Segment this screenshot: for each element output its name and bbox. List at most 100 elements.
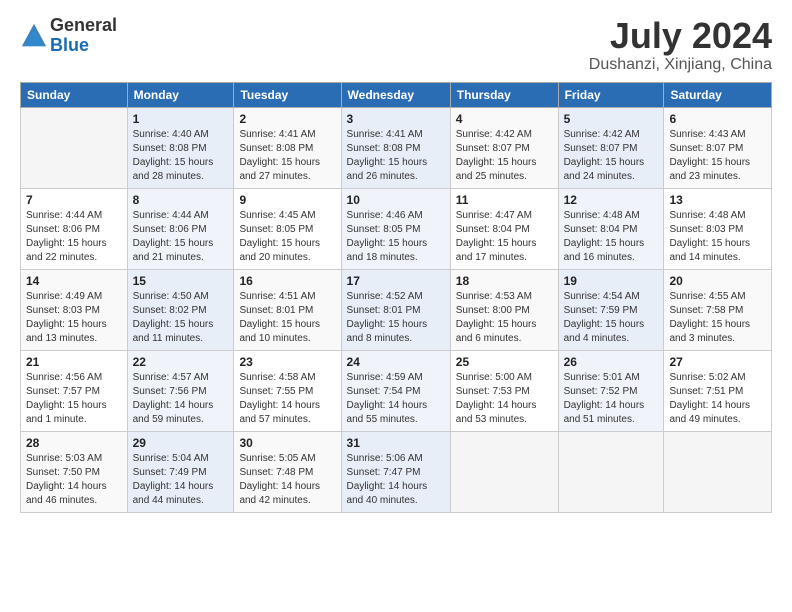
calendar-cell <box>558 431 664 512</box>
day-info: Sunrise: 5:06 AMSunset: 7:47 PMDaylight:… <box>347 452 445 508</box>
calendar-cell: 23 Sunrise: 4:58 AMSunset: 7:55 PMDayligh… <box>234 350 341 431</box>
calendar-cell: 19Sunrise: 4:54 AMSunset: 7:59 PMDayligh… <box>558 269 664 350</box>
day-number: 13 <box>669 193 766 207</box>
day-info: Sunrise: 4:48 AMSunset: 8:04 PMDaylight:… <box>564 209 659 265</box>
logo-blue: Blue <box>50 36 117 56</box>
calendar-cell: 27Sunrise: 5:02 AMSunset: 7:51 PMDayligh… <box>664 350 772 431</box>
day-info: Sunrise: 4:46 AMSunset: 8:05 PMDaylight:… <box>347 209 445 265</box>
day-number: 12 <box>564 193 659 207</box>
calendar-cell: 2 Sunrise: 4:41 AMSunset: 8:08 PMDaylight… <box>234 107 341 188</box>
day-number: 7 <box>26 193 122 207</box>
calendar-day-header: Thursday <box>450 82 558 107</box>
calendar-cell: 20 Sunrise: 4:55 AMSunset: 7:58 PMDayligh… <box>664 269 772 350</box>
day-number: 29 <box>133 436 229 450</box>
calendar-cell: 14Sunrise: 4:49 AMSunset: 8:03 PMDayligh… <box>21 269 128 350</box>
calendar-day-header: Saturday <box>664 82 772 107</box>
calendar-cell: 17 Sunrise: 4:52 AMSunset: 8:01 PMDayligh… <box>341 269 450 350</box>
day-info: Sunrise: 4:57 AMSunset: 7:56 PMDaylight:… <box>133 371 229 427</box>
calendar-day-header: Sunday <box>21 82 128 107</box>
calendar-week-row: 1Sunrise: 4:40 AMSunset: 8:08 PMDaylight… <box>21 107 772 188</box>
header: General Blue July 2024 Dushanzi, Xinjian… <box>20 16 772 74</box>
day-number: 23 <box>239 355 335 369</box>
calendar-cell: 12 Sunrise: 4:48 AMSunset: 8:04 PMDayligh… <box>558 188 664 269</box>
calendar-cell <box>21 107 128 188</box>
calendar-cell: 15 Sunrise: 4:50 AMSunset: 8:02 PMDayligh… <box>127 269 234 350</box>
day-number: 31 <box>347 436 445 450</box>
calendar-cell: 24Sunrise: 4:59 AMSunset: 7:54 PMDayligh… <box>341 350 450 431</box>
day-number: 20 <box>669 274 766 288</box>
day-info: Sunrise: 4:42 AMSunset: 8:07 PMDaylight:… <box>456 128 553 184</box>
calendar-week-row: 21 Sunrise: 4:56 AMSunset: 7:57 PMDayligh… <box>21 350 772 431</box>
calendar-cell: 16 Sunrise: 4:51 AMSunset: 8:01 PMDayligh… <box>234 269 341 350</box>
logo-general: General <box>50 16 117 36</box>
day-info: Sunrise: 4:41 AMSunset: 8:08 PMDaylight:… <box>239 128 335 184</box>
day-number: 18 <box>456 274 553 288</box>
calendar-week-row: 7 Sunrise: 4:44 AMSunset: 8:06 PMDaylight… <box>21 188 772 269</box>
calendar-cell: 28 Sunrise: 5:03 AMSunset: 7:50 PMDayligh… <box>21 431 128 512</box>
day-number: 25 <box>456 355 553 369</box>
calendar-cell <box>664 431 772 512</box>
day-number: 17 <box>347 274 445 288</box>
day-info: Sunrise: 4:44 AMSunset: 8:06 PMDaylight:… <box>26 209 122 265</box>
calendar-cell: 26Sunrise: 5:01 AMSunset: 7:52 PMDayligh… <box>558 350 664 431</box>
calendar-cell: 29 Sunrise: 5:04 AMSunset: 7:49 PMDayligh… <box>127 431 234 512</box>
day-info: Sunrise: 4:42 AMSunset: 8:07 PMDaylight:… <box>564 128 659 184</box>
day-number: 6 <box>669 112 766 126</box>
day-info: Sunrise: 5:04 AMSunset: 7:49 PMDaylight:… <box>133 452 229 508</box>
calendar-cell: 1Sunrise: 4:40 AMSunset: 8:08 PMDaylight… <box>127 107 234 188</box>
day-info: Sunrise: 5:02 AMSunset: 7:51 PMDaylight:… <box>669 371 766 427</box>
calendar-day-header: Wednesday <box>341 82 450 107</box>
day-info: Sunrise: 4:56 AMSunset: 7:57 PMDaylight:… <box>26 371 122 427</box>
day-info: Sunrise: 4:50 AMSunset: 8:02 PMDaylight:… <box>133 290 229 346</box>
calendar-cell: 18Sunrise: 4:53 AMSunset: 8:00 PMDayligh… <box>450 269 558 350</box>
day-number: 4 <box>456 112 553 126</box>
calendar-day-header: Monday <box>127 82 234 107</box>
calendar-cell: 6Sunrise: 4:43 AMSunset: 8:07 PMDaylight… <box>664 107 772 188</box>
day-number: 15 <box>133 274 229 288</box>
day-info: Sunrise: 5:03 AMSunset: 7:50 PMDaylight:… <box>26 452 122 508</box>
day-number: 9 <box>239 193 335 207</box>
calendar-cell: 31 Sunrise: 5:06 AMSunset: 7:47 PMDayligh… <box>341 431 450 512</box>
day-number: 14 <box>26 274 122 288</box>
day-number: 8 <box>133 193 229 207</box>
day-number: 2 <box>239 112 335 126</box>
logo-icon <box>20 22 48 50</box>
calendar-cell: 21 Sunrise: 4:56 AMSunset: 7:57 PMDayligh… <box>21 350 128 431</box>
calendar-cell: 30 Sunrise: 5:05 AMSunset: 7:48 PMDayligh… <box>234 431 341 512</box>
day-info: Sunrise: 4:48 AMSunset: 8:03 PMDaylight:… <box>669 209 766 265</box>
day-info: Sunrise: 4:41 AMSunset: 8:08 PMDaylight:… <box>347 128 445 184</box>
day-info: Sunrise: 4:52 AMSunset: 8:01 PMDaylight:… <box>347 290 445 346</box>
day-info: Sunrise: 4:59 AMSunset: 7:54 PMDaylight:… <box>347 371 445 427</box>
day-info: Sunrise: 4:58 AMSunset: 7:55 PMDaylight:… <box>239 371 335 427</box>
logo: General Blue <box>20 16 117 56</box>
calendar-cell: 10 Sunrise: 4:46 AMSunset: 8:05 PMDayligh… <box>341 188 450 269</box>
calendar-week-row: 28 Sunrise: 5:03 AMSunset: 7:50 PMDayligh… <box>21 431 772 512</box>
title-block: July 2024 Dushanzi, Xinjiang, China <box>589 16 772 74</box>
main-title: July 2024 <box>589 16 772 56</box>
day-info: Sunrise: 4:51 AMSunset: 8:01 PMDaylight:… <box>239 290 335 346</box>
calendar-cell: 25 Sunrise: 5:00 AMSunset: 7:53 PMDayligh… <box>450 350 558 431</box>
day-number: 5 <box>564 112 659 126</box>
day-info: Sunrise: 5:05 AMSunset: 7:48 PMDaylight:… <box>239 452 335 508</box>
calendar-cell: 22 Sunrise: 4:57 AMSunset: 7:56 PMDayligh… <box>127 350 234 431</box>
day-info: Sunrise: 5:00 AMSunset: 7:53 PMDaylight:… <box>456 371 553 427</box>
day-number: 28 <box>26 436 122 450</box>
day-number: 30 <box>239 436 335 450</box>
day-number: 16 <box>239 274 335 288</box>
day-info: Sunrise: 4:47 AMSunset: 8:04 PMDaylight:… <box>456 209 553 265</box>
calendar-cell: 9Sunrise: 4:45 AMSunset: 8:05 PMDaylight… <box>234 188 341 269</box>
day-info: Sunrise: 4:54 AMSunset: 7:59 PMDaylight:… <box>564 290 659 346</box>
day-number: 3 <box>347 112 445 126</box>
calendar-day-header: Friday <box>558 82 664 107</box>
day-number: 21 <box>26 355 122 369</box>
calendar: SundayMondayTuesdayWednesdayThursdayFrid… <box>20 82 772 513</box>
day-number: 11 <box>456 193 553 207</box>
day-number: 10 <box>347 193 445 207</box>
day-info: Sunrise: 4:44 AMSunset: 8:06 PMDaylight:… <box>133 209 229 265</box>
calendar-cell <box>450 431 558 512</box>
day-number: 22 <box>133 355 229 369</box>
page: General Blue July 2024 Dushanzi, Xinjian… <box>0 0 792 612</box>
day-info: Sunrise: 4:55 AMSunset: 7:58 PMDaylight:… <box>669 290 766 346</box>
calendar-cell: 11 Sunrise: 4:47 AMSunset: 8:04 PMDayligh… <box>450 188 558 269</box>
calendar-week-row: 14Sunrise: 4:49 AMSunset: 8:03 PMDayligh… <box>21 269 772 350</box>
